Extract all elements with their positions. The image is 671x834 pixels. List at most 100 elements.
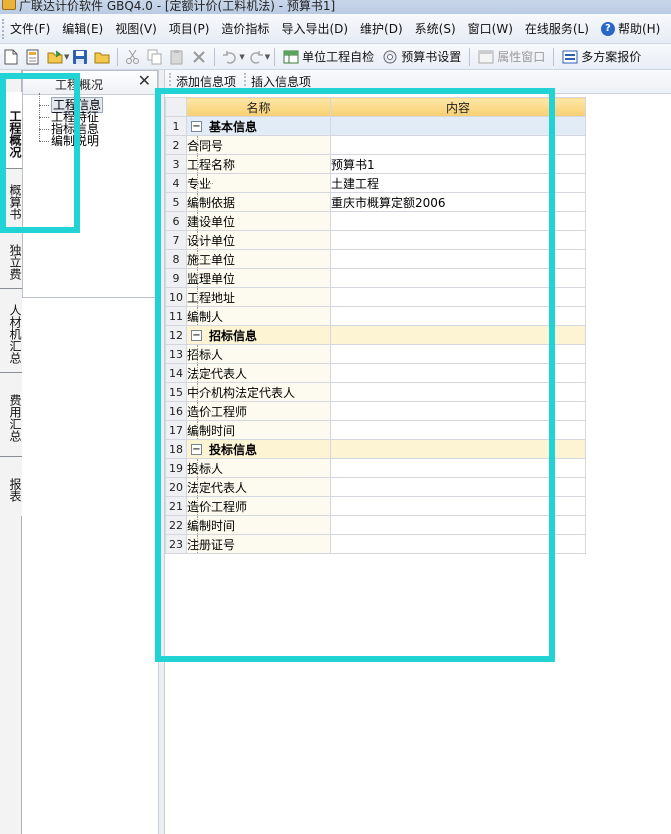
content-cell[interactable]: 土建工程 <box>330 173 586 193</box>
content-cell[interactable] <box>330 344 586 364</box>
content-cell[interactable] <box>330 249 586 269</box>
save-button[interactable] <box>70 47 90 67</box>
content-cell[interactable] <box>330 211 586 231</box>
content-cell[interactable] <box>330 363 586 383</box>
name-cell[interactable]: − 招标信息 <box>186 325 331 345</box>
menu-import-export[interactable]: 导入导出(D) <box>275 20 354 37</box>
content-cell[interactable] <box>330 287 586 307</box>
budget-settings-button[interactable]: 预算书设置 <box>378 48 465 65</box>
table-row[interactable]: 11 编制人 <box>165 306 586 326</box>
open-dropdown-arrow[interactable]: ▼ <box>64 53 69 61</box>
content-cell[interactable] <box>330 534 586 554</box>
table-row[interactable]: 21 造价工程师 <box>165 496 586 516</box>
name-cell[interactable]: 法定代表人 <box>186 477 331 497</box>
menu-edit[interactable]: 编辑(E) <box>56 20 109 37</box>
group-row[interactable]: 1− 基本信息 <box>165 116 586 136</box>
table-row[interactable]: 10 工程地址 <box>165 287 586 307</box>
menu-help[interactable]: ? 帮助(H) <box>595 20 666 37</box>
name-cell[interactable]: 工程地址 <box>186 287 331 307</box>
table-row[interactable]: 9 监理单位 <box>165 268 586 288</box>
multi-plan-button[interactable]: 多方案报价 <box>558 48 645 65</box>
table-row[interactable]: 13 招标人 <box>165 344 586 364</box>
table-row[interactable]: 14 法定代表人 <box>165 363 586 383</box>
new-template-button[interactable] <box>23 47 43 67</box>
name-cell[interactable]: 法定代表人 <box>186 363 331 383</box>
menu-cost-index[interactable]: 造价指标 <box>215 20 275 37</box>
name-cell[interactable]: 监理单位 <box>186 268 331 288</box>
content-cell[interactable] <box>330 496 586 516</box>
name-cell[interactable]: 招标人 <box>186 344 331 364</box>
name-cell[interactable]: 设计单位 <box>186 230 331 250</box>
paste-button[interactable] <box>167 47 187 67</box>
open-folder-button[interactable] <box>92 47 112 67</box>
content-cell[interactable] <box>330 306 586 326</box>
redo-dropdown-arrow[interactable]: ▼ <box>265 53 270 61</box>
table-row[interactable]: 5 编制依据 重庆市概算定额2006 <box>165 192 586 212</box>
content-cell[interactable] <box>330 515 586 535</box>
menu-view[interactable]: 视图(V) <box>109 20 163 37</box>
name-cell[interactable]: 工程名称 <box>186 154 331 174</box>
name-cell[interactable]: 施工单位 <box>186 249 331 269</box>
undo-dropdown-arrow[interactable]: ▼ <box>239 53 244 61</box>
tab-project-overview[interactable]: 工程概况 <box>0 92 22 170</box>
content-cell[interactable] <box>330 382 586 402</box>
tab-labor-material-summary[interactable]: 人材机汇总 <box>0 288 22 372</box>
panel-splitter[interactable] <box>158 70 165 834</box>
content-cell[interactable] <box>330 116 586 136</box>
content-cell[interactable] <box>330 401 586 421</box>
table-row[interactable]: 20 法定代表人 <box>165 477 586 497</box>
collapse-toggle-icon[interactable]: − <box>191 444 202 455</box>
collapse-toggle-icon[interactable]: − <box>191 330 202 341</box>
menu-system[interactable]: 系统(S) <box>409 20 462 37</box>
table-row[interactable]: 8 施工单位 <box>165 249 586 269</box>
redo-button[interactable] <box>246 47 266 67</box>
self-check-button[interactable]: 单位工程自检 <box>279 48 378 65</box>
name-cell[interactable]: 造价工程师 <box>186 496 331 516</box>
name-cell[interactable]: 中介机构法定代表人 <box>186 382 331 402</box>
name-cell[interactable]: 合同号 <box>186 135 331 155</box>
name-cell[interactable]: 专业 <box>186 173 331 193</box>
table-row[interactable]: 2 合同号 <box>165 135 586 155</box>
name-cell[interactable]: 编制依据 <box>186 192 331 212</box>
insert-info-item-button[interactable]: 插入信息项 <box>244 73 311 90</box>
table-row[interactable]: 4 专业 土建工程 <box>165 173 586 193</box>
content-cell[interactable] <box>330 230 586 250</box>
tab-independent-fee[interactable]: 独立费 <box>0 228 22 288</box>
open-button[interactable] <box>45 47 65 67</box>
group-row[interactable]: 18− 投标信息 <box>165 439 586 459</box>
content-cell[interactable] <box>330 458 586 478</box>
table-row[interactable]: 7 设计单位 <box>165 230 586 250</box>
menu-maintain[interactable]: 维护(D) <box>354 20 409 37</box>
tree-item-compilation-notes[interactable]: 编制说明 <box>33 129 103 147</box>
column-header-content[interactable]: 内容 <box>330 97 586 117</box>
menu-file[interactable]: 文件(F) <box>4 20 56 37</box>
tab-fee-summary[interactable]: 费用汇总 <box>0 372 22 456</box>
name-cell[interactable]: 投标人 <box>186 458 331 478</box>
table-row[interactable]: 23 注册证号 <box>165 534 586 554</box>
content-cell[interactable] <box>330 420 586 440</box>
menu-online-service[interactable]: 在线服务(L) <box>519 20 595 37</box>
content-cell[interactable] <box>330 439 586 459</box>
name-cell[interactable]: 编制时间 <box>186 420 331 440</box>
content-cell[interactable] <box>330 268 586 288</box>
table-row[interactable]: 17 编制时间 <box>165 420 586 440</box>
table-row[interactable]: 22 编制时间 <box>165 515 586 535</box>
undo-button[interactable] <box>220 47 240 67</box>
tab-reports[interactable]: 报表 <box>0 456 22 516</box>
menu-contact[interactable]: 联 <box>666 20 671 37</box>
table-row[interactable]: 3 工程名称 预算书1 <box>165 154 586 174</box>
close-icon[interactable]: ✕ <box>138 71 151 90</box>
name-cell[interactable]: 建设单位 <box>186 211 331 231</box>
menu-project[interactable]: 项目(P) <box>163 20 216 37</box>
name-cell[interactable]: − 基本信息 <box>186 116 331 136</box>
content-cell[interactable] <box>330 477 586 497</box>
menu-window[interactable]: 窗口(W) <box>462 20 519 37</box>
column-header-name[interactable]: 名称 <box>186 97 331 117</box>
content-cell[interactable]: 重庆市概算定额2006 <box>330 192 586 212</box>
content-cell[interactable]: 预算书1 <box>330 154 586 174</box>
table-row[interactable]: 6 建设单位 <box>165 211 586 231</box>
cut-button[interactable] <box>123 47 143 67</box>
group-row[interactable]: 12− 招标信息 <box>165 325 586 345</box>
property-window-button[interactable]: 属性窗口 <box>474 48 549 65</box>
tab-estimate-book[interactable]: 概算书 <box>0 168 22 228</box>
